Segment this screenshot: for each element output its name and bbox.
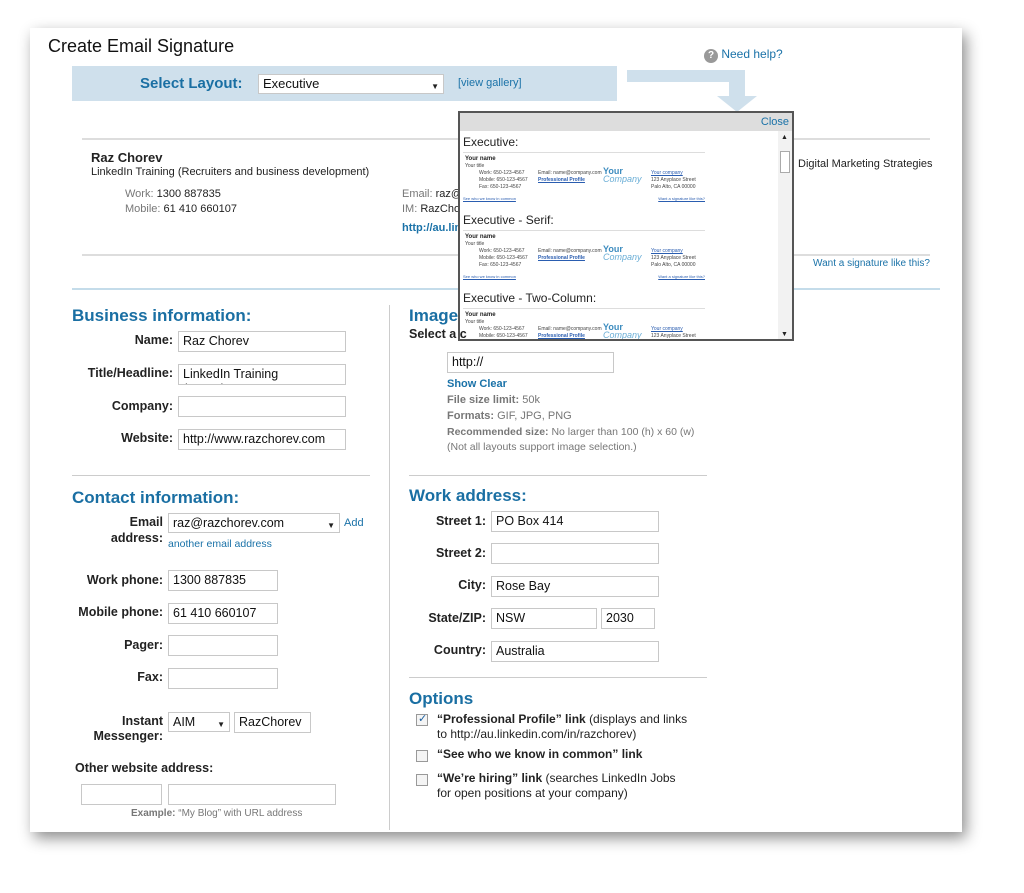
zip-input[interactable]: 2030 (601, 608, 655, 629)
website-input[interactable]: http://www.razchorev.com (178, 429, 346, 450)
country-input[interactable]: Australia (491, 641, 659, 662)
arrow-icon (627, 70, 757, 112)
preview-name: Raz Chorev (91, 150, 163, 165)
street1-input[interactable]: PO Box 414 (491, 511, 659, 532)
im-type-select[interactable]: AIM (168, 712, 230, 732)
layout-select[interactable]: Executive (258, 74, 444, 94)
page-title: Create Email Signature (48, 36, 235, 56)
image-url-input[interactable]: http:// (447, 352, 614, 373)
clear-link[interactable]: Clear (479, 378, 507, 390)
gallery-popup: Close ▲ ▼ Executive: Your name Your title… (458, 111, 794, 341)
view-gallery-link[interactable]: [view gallery] (458, 77, 522, 89)
preview-profile-link[interactable]: http://au.lin (402, 222, 461, 234)
work-phone-input[interactable]: 1300 887835 (168, 570, 278, 591)
gallery-item[interactable]: Executive: Your name Your title Work: 65… (463, 135, 705, 213)
other-site-label-input[interactable] (81, 784, 162, 805)
business-heading: Business information: (72, 306, 252, 325)
street2-input[interactable] (491, 543, 659, 564)
preview-headline: LinkedIn Training (Recruiters and busine… (91, 166, 370, 178)
state-input[interactable]: NSW (491, 608, 597, 629)
city-input[interactable]: Rose Bay (491, 576, 659, 597)
add-email-link-2[interactable]: another email address (168, 538, 272, 550)
work-address-heading: Work address: (409, 486, 527, 505)
select-layout-label: Select Layout: (140, 75, 243, 92)
other-site-url-input[interactable] (168, 784, 336, 805)
scrollbar[interactable]: ▲ ▼ (778, 131, 792, 339)
option-hiring-checkbox[interactable] (416, 774, 428, 786)
show-link[interactable]: Show (447, 378, 476, 390)
want-signature-link[interactable]: Want a signature like this? (813, 258, 930, 269)
close-button[interactable]: Close (761, 116, 789, 128)
pager-input[interactable] (168, 635, 278, 656)
im-input[interactable]: RazChorev (234, 712, 311, 733)
option-profile-checkbox[interactable]: ✓ (416, 713, 428, 726)
options-heading: Options (409, 689, 474, 708)
name-input[interactable]: Raz Chorev (178, 331, 346, 352)
gallery-item[interactable]: Executive - Two-Column: Your name Your t… (463, 291, 705, 339)
email-select[interactable]: raz@razchorev.com (168, 513, 340, 533)
company-input[interactable] (178, 396, 346, 417)
option-see-who-checkbox[interactable] (416, 750, 428, 762)
contact-heading: Contact information: (72, 488, 240, 507)
fax-input[interactable] (168, 668, 278, 689)
need-help-link[interactable]: ? Need help? (704, 47, 783, 63)
title-input[interactable]: LinkedIn Training (Recruiters (178, 364, 346, 385)
mobile-phone-input[interactable]: 61 410 660107 (168, 603, 278, 624)
help-icon: ? (704, 49, 718, 63)
preview-company: Digital Marketing Strategies (798, 158, 933, 170)
add-email-link[interactable]: Add (344, 517, 364, 529)
gallery-item[interactable]: Executive - Serif: Your name Your title … (463, 213, 705, 291)
